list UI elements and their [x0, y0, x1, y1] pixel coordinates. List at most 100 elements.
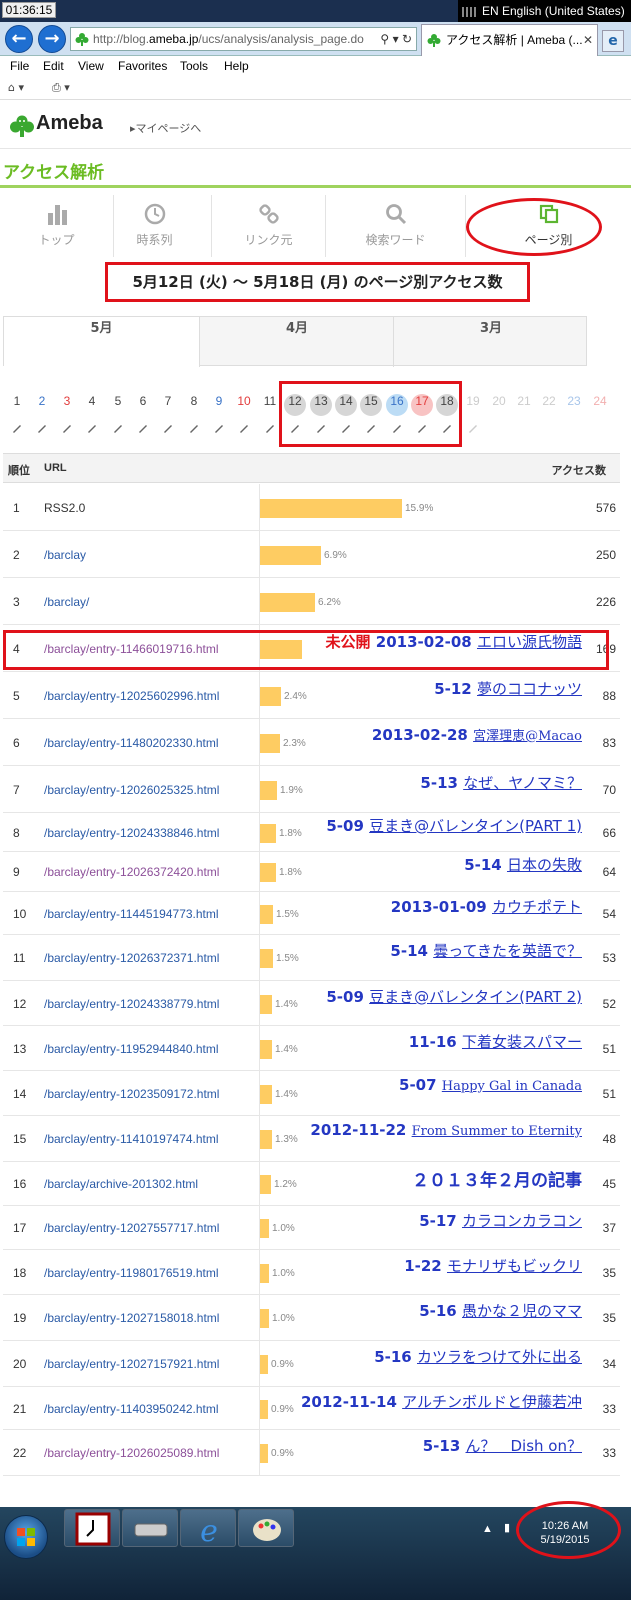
menu-edit[interactable]: Edit [43, 59, 64, 73]
tray-expand-icon[interactable]: ▲ [482, 1523, 493, 1535]
dropdown-icon[interactable]: ▾ [393, 32, 399, 46]
menu-file[interactable]: File [10, 59, 29, 73]
annotation-title-link[interactable]: モナリザもビックリ [447, 1257, 582, 1275]
row-url-link[interactable]: /barclay/entry-12026372420.html [44, 865, 219, 879]
home-icon[interactable]: ⌂ ▾ [8, 81, 24, 94]
search-icon[interactable]: ⚲ [380, 32, 389, 46]
pencil-icon[interactable] [36, 422, 48, 434]
day-1[interactable]: 1 [6, 394, 28, 416]
row-url-link[interactable]: /barclay/entry-11480202330.html [44, 736, 219, 750]
start-button[interactable] [4, 1515, 48, 1559]
day-5[interactable]: 5 [107, 394, 129, 416]
annotation-title-link[interactable]: ん？ Dish on？ [466, 1437, 583, 1455]
ameba-logo[interactable]: Ameba [36, 112, 103, 135]
annotation-title-link[interactable]: 下着女装スパマー [462, 1033, 582, 1051]
print-icon[interactable]: ⎙ ▾ [52, 81, 70, 95]
pencil-icon[interactable] [61, 422, 73, 434]
menu-favorites[interactable]: Favorites [118, 59, 167, 73]
pencil-icon[interactable] [213, 422, 225, 434]
day-3[interactable]: 3 [56, 394, 78, 416]
row-annotation: 5-13 なぜ、ヤノマミ？ [420, 772, 582, 793]
row-url-link[interactable]: /barclay [44, 548, 86, 562]
nav-search-words[interactable]: 検索ワード [326, 195, 466, 257]
language-indicator[interactable]: EN English (United States) [458, 0, 631, 22]
tab-march[interactable]: 3月 [393, 317, 588, 367]
tab-may[interactable]: 5月 [4, 317, 199, 368]
address-bar[interactable]: http://blog.ameba.jp/ucs/analysis/analys… [70, 27, 417, 51]
forward-button[interactable]: → [38, 25, 66, 53]
annotation-title-link[interactable]: カラコンカラコン [462, 1212, 582, 1230]
annotation-title-link[interactable]: 宮澤理恵@Macao [473, 729, 582, 744]
menu-help[interactable]: Help [224, 59, 249, 73]
row-url-link[interactable]: /barclay/entry-12027557717.html [44, 1221, 219, 1235]
nav-referrer[interactable]: リンク元 [212, 195, 326, 257]
row-url-link[interactable]: /barclay/entry-12025602996.html [44, 689, 219, 703]
day-6[interactable]: 6 [132, 394, 154, 416]
row-url-link[interactable]: /barclay/entry-11952944840.html [44, 1042, 219, 1056]
row-annotation: 2013-01-09 カウチポテト [391, 896, 582, 917]
annotation-title-link[interactable]: From Summer to Eternity [412, 1124, 582, 1139]
row-url-link[interactable]: RSS2.0 [44, 501, 85, 515]
annotation-title-link[interactable]: 豆まき@バレンタイン(PART 2) [369, 988, 582, 1006]
clock-app-button[interactable] [64, 1509, 120, 1547]
ie-app-button[interactable]: e [180, 1509, 236, 1549]
row-bar-cell: 1.0% [259, 1295, 295, 1340]
row-bar-cell: 1.8% [259, 852, 302, 891]
day-7[interactable]: 7 [157, 394, 179, 416]
annotation-title-link[interactable]: カウチポテト [492, 898, 582, 916]
row-url-link[interactable]: /barclay/entry-12027158018.html [44, 1311, 219, 1325]
mypage-link[interactable]: ▸マイページへ [130, 120, 201, 136]
row-url-link[interactable]: /barclay/archive-201302.html [44, 1177, 198, 1191]
menu-tools[interactable]: Tools [180, 59, 208, 73]
row-url-link[interactable]: /barclay/entry-12026025089.html [44, 1446, 219, 1460]
browser-tab[interactable]: アクセス解析 | Ameba (... ✕ [421, 24, 598, 56]
row-url-link[interactable]: /barclay/entry-12026025325.html [44, 783, 219, 797]
pencil-icon[interactable] [238, 422, 250, 434]
annotation-title-link[interactable]: 曇ってきたを英語で？ [433, 942, 582, 960]
row-url-link[interactable]: /barclay/entry-12024338779.html [44, 997, 219, 1011]
nav-timeline[interactable]: 時系列 [98, 195, 212, 257]
back-button[interactable]: ← [5, 25, 33, 53]
row-url-link[interactable]: /barclay/ [44, 595, 89, 609]
annotation-title-link[interactable]: 日本の失敗 [507, 856, 582, 874]
row-url-link[interactable]: /barclay/entry-11445194773.html [44, 907, 219, 921]
annotation-title-link[interactable]: カツラをつけて外に出る [417, 1348, 582, 1366]
pencil-icon[interactable] [264, 422, 276, 434]
nav-top[interactable]: トップ [0, 195, 114, 257]
pencil-icon[interactable] [11, 422, 23, 434]
close-tab-icon[interactable]: ✕ [583, 25, 593, 55]
drive-app-button[interactable] [122, 1509, 178, 1547]
annotation-title-link[interactable]: 夢のココナッツ [477, 680, 582, 698]
pencil-icon[interactable] [188, 422, 200, 434]
new-tab-button[interactable]: e [602, 30, 624, 52]
volume-icon[interactable]: ▮ [504, 1521, 510, 1534]
pencil-icon[interactable] [86, 422, 98, 434]
annotation-title-link[interactable]: アルチンボルドと伊藤若冲 [402, 1393, 582, 1411]
annotation-title-link[interactable]: 豆まき@バレンタイン(PART 1) [369, 817, 582, 835]
address-tools[interactable]: ⚲ ▾ ↻ [380, 28, 412, 50]
tab-april[interactable]: 4月 [199, 317, 394, 367]
row-url-link[interactable]: /barclay/entry-12023509172.html [44, 1087, 219, 1101]
day-10[interactable]: 10 [233, 394, 255, 416]
annotation-title-link[interactable]: Happy Gal in Canada [442, 1079, 582, 1094]
day-11[interactable]: 11 [259, 394, 281, 416]
row-url-link[interactable]: /barclay/entry-12024338846.html [44, 826, 219, 840]
day-4[interactable]: 4 [81, 394, 103, 416]
nav-timeline-label: 時系列 [136, 233, 173, 247]
row-url-link[interactable]: /barclay/entry-12027157921.html [44, 1357, 219, 1371]
annotation-title-link[interactable]: 愚かな２児のママ [462, 1302, 582, 1320]
row-url-link[interactable]: /barclay/entry-11403950242.html [44, 1402, 219, 1416]
day-2[interactable]: 2 [31, 394, 53, 416]
row-url-link[interactable]: /barclay/entry-11980176519.html [44, 1266, 219, 1280]
refresh-icon[interactable]: ↻ [402, 32, 412, 46]
pencil-icon[interactable] [137, 422, 149, 434]
annotation-title-link[interactable]: なぜ、ヤノマミ？ [463, 774, 582, 792]
menu-view[interactable]: View [78, 59, 104, 73]
day-8[interactable]: 8 [183, 394, 205, 416]
row-url-link[interactable]: /barclay/entry-12026372371.html [44, 951, 219, 965]
day-9[interactable]: 9 [208, 394, 230, 416]
pencil-icon[interactable] [162, 422, 174, 434]
pencil-icon[interactable] [112, 422, 124, 434]
paint-app-button[interactable] [238, 1509, 294, 1547]
row-url-link[interactable]: /barclay/entry-11410197474.html [44, 1132, 219, 1146]
